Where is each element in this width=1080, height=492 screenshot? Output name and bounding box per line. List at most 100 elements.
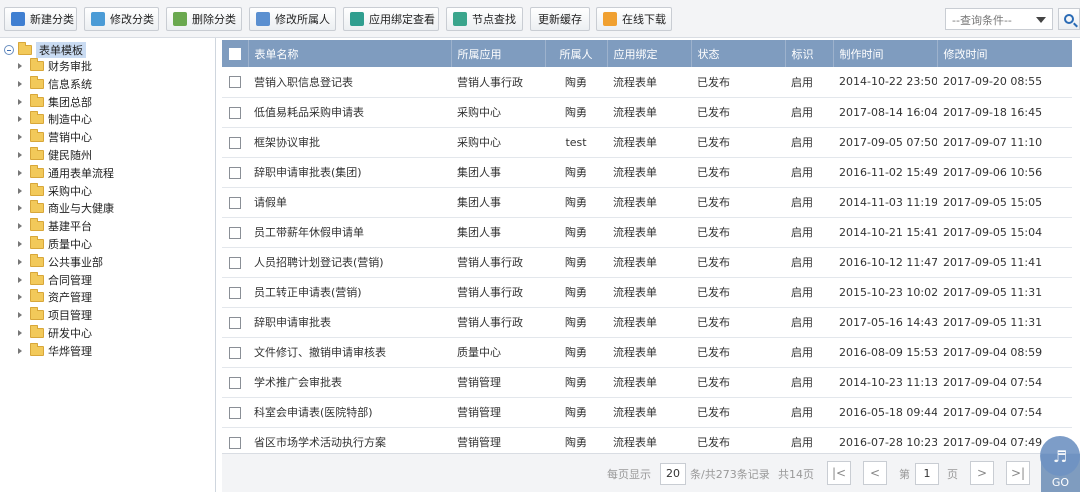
tree-node[interactable]: 质量中心 — [18, 236, 92, 252]
expand-arrow-icon[interactable] — [18, 294, 22, 301]
tree-node[interactable]: 集团总部 — [18, 93, 92, 110]
row-select-cell — [222, 127, 248, 158]
expand-arrow-icon[interactable] — [18, 205, 22, 212]
query-condition-select[interactable]: --查询条件-- — [945, 8, 1053, 30]
first-page-button[interactable]: |< — [827, 461, 851, 485]
edit-category-label: 修改分类 — [110, 13, 154, 26]
expand-arrow-icon[interactable] — [18, 330, 22, 336]
column-header-status[interactable]: 状态 — [691, 40, 786, 67]
cell-owner: 陶勇 — [545, 247, 607, 278]
expand-arrow-icon[interactable] — [18, 169, 22, 176]
search-button[interactable] — [1058, 8, 1080, 30]
table-row[interactable]: 省区市场学术活动执行方案 营销管理 陶勇 流程表单 已发布 启用 2016-07-28 10… — [222, 427, 1072, 450]
expand-arrow-icon[interactable] — [18, 134, 22, 141]
per-page-input[interactable]: 20 — [660, 463, 686, 485]
folder-icon — [30, 200, 44, 214]
row-checkbox[interactable] — [229, 106, 241, 119]
column-header-name[interactable]: 表单名称 — [248, 40, 452, 67]
table-row[interactable]: 员工转正申请表(营销) 营销人事行政 陶勇 流程表单 已发布 启用 2015-10-23 1… — [222, 277, 1072, 308]
table-row[interactable]: 员工带薪年休假申请单 集团人事 陶勇 流程表单 已发布 启用 2014-10-21 15:4… — [222, 217, 1072, 248]
node-search-button[interactable]: 节点查找 — [446, 7, 523, 31]
expand-arrow-icon[interactable] — [18, 276, 22, 283]
row-checkbox[interactable] — [229, 316, 241, 329]
table-row[interactable]: 文件修订、撤销申请审核表 质量中心 陶勇 流程表单 已发布 启用 2016-08-09 15… — [222, 337, 1072, 368]
expand-arrow-icon[interactable] — [18, 98, 22, 105]
expand-arrow-icon[interactable] — [18, 80, 22, 87]
last-page-button[interactable]: >| — [1006, 461, 1030, 485]
tree-node[interactable]: 财务审批 — [18, 58, 92, 74]
expand-arrow-icon[interactable] — [18, 63, 22, 69]
collapse-icon[interactable] — [4, 45, 14, 55]
tree-node[interactable]: 华烨管理 — [18, 342, 92, 359]
row-checkbox[interactable] — [229, 136, 241, 149]
table-row[interactable]: 营销入职信息登记表 营销人事行政 陶勇 流程表单 已发布 启用 2014-10-22 23:… — [222, 67, 1072, 98]
row-checkbox[interactable] — [229, 346, 241, 359]
row-checkbox[interactable] — [229, 166, 241, 179]
expand-arrow-icon[interactable] — [18, 223, 22, 230]
expand-arrow-icon[interactable] — [18, 347, 22, 354]
tree-node[interactable]: 资产管理 — [18, 289, 92, 305]
row-checkbox[interactable] — [229, 406, 241, 419]
cell-binding: 流程表单 — [607, 67, 691, 98]
tree-node[interactable]: 商业与大健康 — [18, 200, 114, 216]
column-header-owner[interactable]: 所属人 — [545, 40, 608, 67]
tree-node[interactable]: 研发中心 — [18, 325, 92, 341]
row-checkbox[interactable] — [229, 226, 241, 239]
row-checkbox[interactable] — [229, 76, 241, 89]
table-row[interactable]: 请假单 集团人事 陶勇 流程表单 已发布 启用 2014-11-03 11:19 2017-0… — [222, 187, 1072, 218]
tree-node[interactable]: 通用表单流程 — [18, 164, 114, 181]
view-binding-button[interactable]: 应用绑定查看 — [343, 7, 439, 31]
select-all-checkbox[interactable] — [228, 48, 241, 60]
speaker-icon[interactable]: ♬ — [1040, 436, 1080, 476]
row-checkbox[interactable] — [229, 436, 241, 449]
cell-status: 已发布 — [691, 157, 785, 188]
expand-arrow-icon[interactable] — [18, 241, 22, 247]
expand-arrow-icon[interactable] — [18, 152, 22, 158]
online-download-button[interactable]: 在线下载 — [596, 7, 672, 31]
expand-arrow-icon[interactable] — [18, 187, 22, 194]
tree-root-node[interactable]: 表单模板 — [4, 42, 86, 58]
delete-category-button[interactable]: 删除分类 — [166, 7, 242, 31]
expand-arrow-icon[interactable] — [18, 258, 22, 265]
table-row[interactable]: 框架协议审批 采购中心 test 流程表单 已发布 启用 2017-09-05 07:50 2… — [222, 127, 1072, 158]
new-category-button[interactable]: 新建分类 — [4, 7, 77, 31]
tree-node[interactable]: 制造中心 — [18, 111, 92, 127]
table-row[interactable]: 低值易耗品采购申请表 采购中心 陶勇 流程表单 已发布 启用 2017-08-14 16:0… — [222, 97, 1072, 128]
column-header-flag[interactable]: 标识 — [785, 40, 834, 67]
column-header-binding[interactable]: 应用绑定 — [607, 40, 692, 67]
table-row[interactable]: 科室会申请表(医院特部) 营销管理 陶勇 流程表单 已发布 启用 2016-05-18 09… — [222, 397, 1072, 428]
expand-arrow-icon[interactable] — [18, 312, 22, 319]
table-row[interactable]: 辞职申请审批表(集团) 集团人事 陶勇 流程表单 已发布 启用 2016-11-02 15:… — [222, 157, 1072, 188]
table-row[interactable]: 学术推广会审批表 营销管理 陶勇 流程表单 已发布 启用 2014-10-23 11:13 2… — [222, 367, 1072, 398]
edit-owner-button[interactable]: 修改所属人 — [249, 7, 336, 31]
row-checkbox[interactable] — [229, 376, 241, 389]
tree-node[interactable]: 营销中心 — [18, 129, 92, 145]
tree-node[interactable]: 基建平台 — [18, 218, 92, 234]
refresh-cache-button[interactable]: 更新缓存 — [530, 7, 590, 31]
tree-node[interactable]: 信息系统 — [18, 75, 92, 92]
tree-node[interactable]: 项目管理 — [18, 307, 92, 323]
table-row[interactable]: 辞职申请审批表 营销人事行政 陶勇 流程表单 已发布 启用 2017-05-16 14:43… — [222, 307, 1072, 338]
column-header-created[interactable]: 制作时间 — [833, 40, 938, 67]
row-select-cell — [222, 397, 248, 428]
next-page-button[interactable]: > — [970, 461, 994, 485]
prev-page-button[interactable]: < — [863, 461, 887, 485]
online-download-label: 在线下载 — [622, 13, 666, 26]
column-header-modified[interactable]: 修改时间 — [937, 40, 1072, 67]
expand-arrow-icon[interactable] — [18, 116, 22, 123]
tree-node-label: 质量中心 — [48, 238, 92, 251]
tree-node[interactable]: 健民随州 — [18, 147, 92, 163]
row-checkbox[interactable] — [229, 196, 241, 209]
table-row[interactable]: 人员招聘计划登记表(营销) 营销人事行政 陶勇 流程表单 已发布 启用 2016-10-12… — [222, 247, 1072, 278]
row-checkbox[interactable] — [229, 286, 241, 299]
page-number-input[interactable]: 1 — [915, 463, 939, 485]
tree-node-label: 合同管理 — [48, 273, 92, 287]
tree-node[interactable]: 采购中心 — [18, 182, 92, 199]
edit-category-button[interactable]: 修改分类 — [84, 7, 159, 31]
tree-node[interactable]: 公共事业部 — [18, 253, 103, 270]
page-prefix-label: 第 — [899, 468, 910, 481]
tree-node[interactable]: 合同管理 — [18, 271, 92, 288]
cell-modified: 2017-09-04 07:54 — [937, 397, 1072, 428]
column-header-app[interactable]: 所属应用 — [451, 40, 546, 67]
row-checkbox[interactable] — [229, 256, 241, 269]
